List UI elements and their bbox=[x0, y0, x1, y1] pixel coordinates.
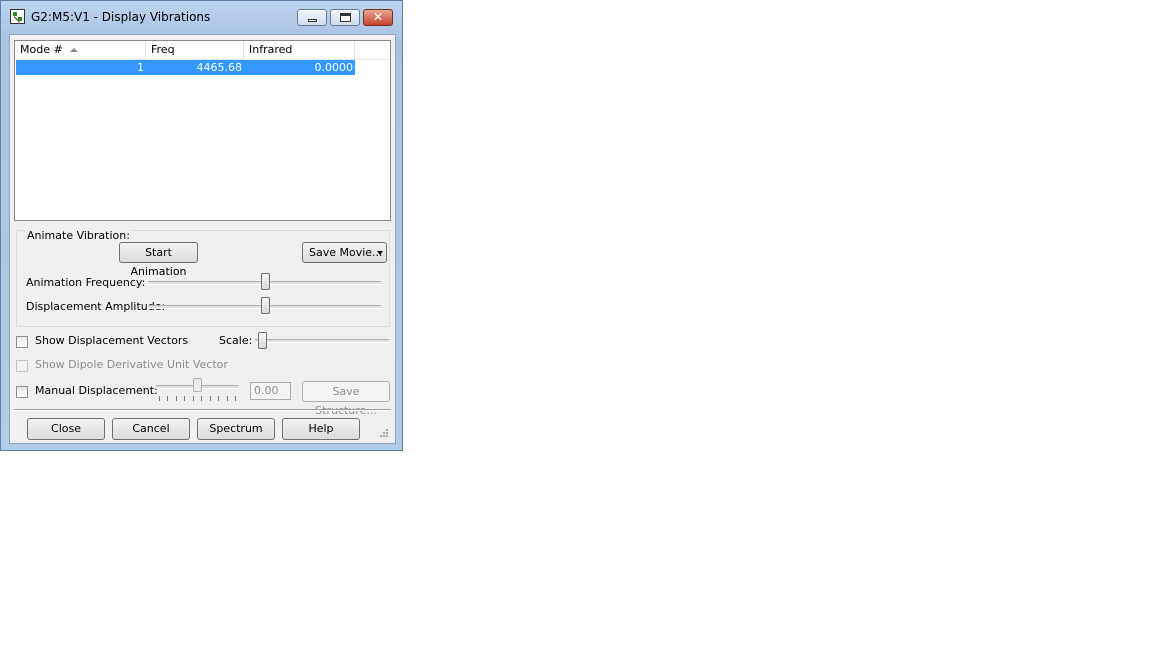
slider-thumb[interactable] bbox=[261, 297, 270, 314]
slider-tick bbox=[201, 396, 202, 401]
chevron-down-icon bbox=[377, 251, 383, 255]
manual-displacement-input[interactable]: 0.00 bbox=[250, 382, 291, 400]
slider-tick bbox=[167, 396, 168, 401]
manual-displacement-label[interactable]: Manual Displacement: bbox=[35, 384, 158, 397]
slider-ticks bbox=[159, 396, 236, 401]
slider-thumb[interactable] bbox=[261, 273, 270, 290]
divider bbox=[14, 409, 391, 411]
spectrum-button[interactable]: Spectrum bbox=[197, 418, 275, 440]
animate-vibration-label: Animate Vibration: bbox=[25, 229, 132, 242]
slider-tick bbox=[210, 396, 211, 401]
column-header-label: Mode # bbox=[20, 43, 63, 56]
slider-tick bbox=[193, 396, 194, 401]
save-movie-dropdown[interactable]: Save Movie... bbox=[302, 242, 387, 263]
close-icon: ✕ bbox=[372, 10, 384, 24]
cell-freq: 4465.68 bbox=[196, 61, 243, 74]
show-dipole-derivative-label: Show Dipole Derivative Unit Vector bbox=[35, 358, 228, 371]
slider-tick bbox=[159, 396, 160, 401]
modes-list[interactable]: Mode # Freq Infrared 1 4465.68 0.0000 bbox=[14, 40, 391, 221]
start-animation-button[interactable]: Start Animation bbox=[119, 242, 198, 278]
column-header-freq[interactable]: Freq bbox=[146, 41, 244, 59]
help-button[interactable]: Help bbox=[282, 418, 360, 440]
displacement-amplitude-label: Displacement Amplitude: bbox=[26, 300, 166, 313]
show-displacement-vectors-label[interactable]: Show Displacement Vectors bbox=[35, 334, 188, 347]
slider-tick bbox=[184, 396, 185, 401]
display-vibrations-window: G2:M5:V1 - Display Vibrations ✕ Mode # F… bbox=[0, 0, 403, 451]
column-header-label: Freq bbox=[151, 43, 175, 56]
scale-label: Scale: bbox=[219, 334, 253, 347]
sort-ascending-icon bbox=[70, 48, 78, 52]
column-header-label: Infrared bbox=[249, 43, 293, 56]
animation-frequency-label: Animation Frequency: bbox=[26, 276, 146, 289]
manual-displacement-checkbox[interactable] bbox=[16, 386, 28, 398]
dialog-client-area: Mode # Freq Infrared 1 4465.68 0.0000 An… bbox=[9, 34, 396, 444]
maximize-button[interactable] bbox=[330, 9, 360, 26]
show-displacement-vectors-checkbox[interactable] bbox=[16, 336, 28, 348]
table-row[interactable]: 1 4465.68 0.0000 bbox=[16, 60, 355, 75]
save-structure-button[interactable]: Save Structure... bbox=[302, 381, 390, 417]
cell-infrared: 0.0000 bbox=[314, 61, 354, 74]
show-dipole-derivative-checkbox[interactable] bbox=[16, 360, 28, 372]
slider-thumb[interactable] bbox=[193, 378, 202, 392]
minimize-button[interactable] bbox=[297, 9, 327, 26]
close-button[interactable]: Close bbox=[27, 418, 105, 440]
column-header-mode[interactable]: Mode # bbox=[15, 41, 146, 59]
resize-grip-icon[interactable] bbox=[380, 429, 389, 438]
cancel-button[interactable]: Cancel bbox=[112, 418, 190, 440]
slider-tick bbox=[176, 396, 177, 401]
title-bar[interactable]: G2:M5:V1 - Display Vibrations ✕ bbox=[1, 1, 402, 33]
slider-thumb[interactable] bbox=[258, 332, 267, 349]
column-header-infrared[interactable]: Infrared bbox=[244, 41, 355, 59]
window-title: G2:M5:V1 - Display Vibrations bbox=[31, 10, 211, 24]
slider-track bbox=[255, 339, 389, 343]
slider-tick bbox=[218, 396, 219, 401]
list-header: Mode # Freq Infrared bbox=[15, 41, 390, 60]
save-movie-label: Save Movie... bbox=[309, 246, 383, 259]
restore-icon bbox=[340, 13, 351, 22]
slider-tick bbox=[227, 396, 228, 401]
close-window-button[interactable]: ✕ bbox=[363, 9, 393, 26]
cell-mode: 1 bbox=[137, 61, 144, 74]
slider-tick bbox=[235, 396, 236, 401]
minimize-icon bbox=[308, 19, 317, 22]
animate-vibration-group: Animate Vibration: Start Animation Save … bbox=[16, 229, 390, 327]
app-icon[interactable] bbox=[10, 9, 25, 24]
